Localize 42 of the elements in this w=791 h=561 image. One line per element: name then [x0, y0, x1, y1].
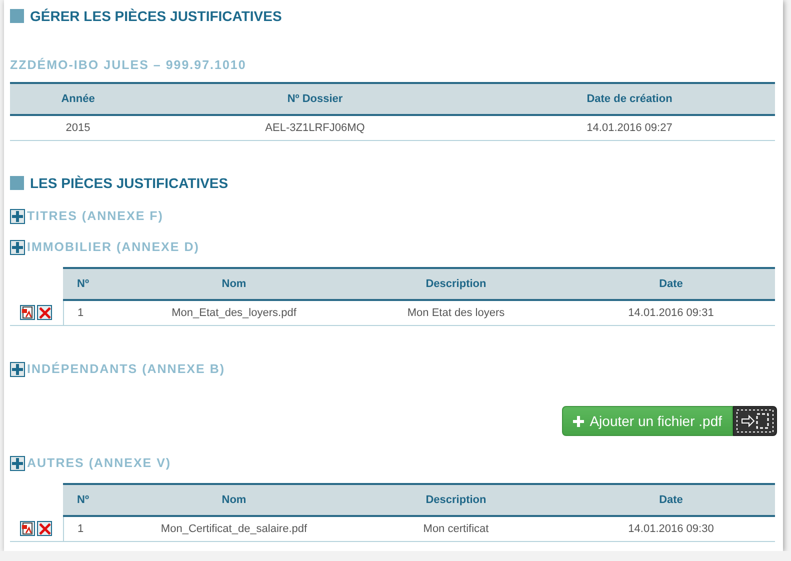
section-heading: GÉRER LES PIÈCES JUSTIFICATIVES — [30, 8, 282, 24]
delete-icon[interactable] — [37, 305, 52, 320]
column-header: Nº — [63, 484, 123, 516]
column-header: Date de création — [484, 83, 775, 115]
heading-marker-icon — [10, 176, 24, 190]
expand-icon[interactable] — [10, 362, 25, 376]
table-cell: 14.01.2016 09:31 — [567, 300, 775, 326]
category-heading: INDÉPENDANTS (ANNEXE B) — [27, 362, 226, 376]
column-header: Nom — [123, 268, 345, 300]
table-cell: 1 — [63, 516, 123, 542]
column-header: Nom — [123, 484, 345, 516]
pdf-file-icon[interactable] — [20, 521, 36, 536]
category-heading: TITRES (ANNEXE F) — [27, 209, 164, 223]
table-cell: 2015 — [10, 115, 146, 140]
expand-icon[interactable] — [10, 240, 25, 254]
expand-icon[interactable] — [10, 456, 25, 470]
column-header: Nº Dossier — [146, 83, 484, 115]
heading-marker-icon — [10, 9, 24, 23]
table-cell: AEL-3Z1LRFJ06MQ — [146, 115, 484, 140]
taxpayer-name: ZZDÉMO-IBO JULES – 999.97.1010 — [10, 58, 248, 72]
table-cell: 1 — [63, 300, 123, 326]
column-header: Description — [345, 268, 567, 300]
delete-icon[interactable] — [37, 521, 52, 536]
plus-icon — [572, 416, 584, 426]
table-cell: Mon_Etat_des_loyers.pdf — [123, 300, 345, 326]
file-drop-icon[interactable] — [733, 406, 777, 436]
column-header: Nº — [63, 268, 123, 300]
category-heading: IMMOBILIER (ANNEXE D) — [27, 240, 200, 254]
expand-icon[interactable] — [10, 208, 25, 224]
table-cell: 14.01.2016 09:30 — [567, 516, 775, 542]
column-header: Date — [567, 484, 775, 516]
table-cell: Mon_Certificat_de_salaire.pdf — [123, 516, 345, 542]
category-heading: AUTRES (ANNEXE V) — [27, 456, 172, 470]
table-cell: Mon certificat — [345, 516, 567, 542]
upload-button[interactable]: Ajouter un fichier .pdf — [562, 406, 733, 436]
column-header: Description — [345, 484, 567, 516]
column-header: Année — [10, 83, 146, 115]
pdf-file-icon[interactable] — [20, 305, 36, 320]
table-cell: 14.01.2016 09:27 — [484, 115, 775, 140]
table-cell: Mon Etat des loyers — [345, 300, 567, 326]
column-header: Date — [567, 268, 775, 300]
section-heading: LES PIÈCES JUSTIFICATIVES — [30, 175, 228, 191]
